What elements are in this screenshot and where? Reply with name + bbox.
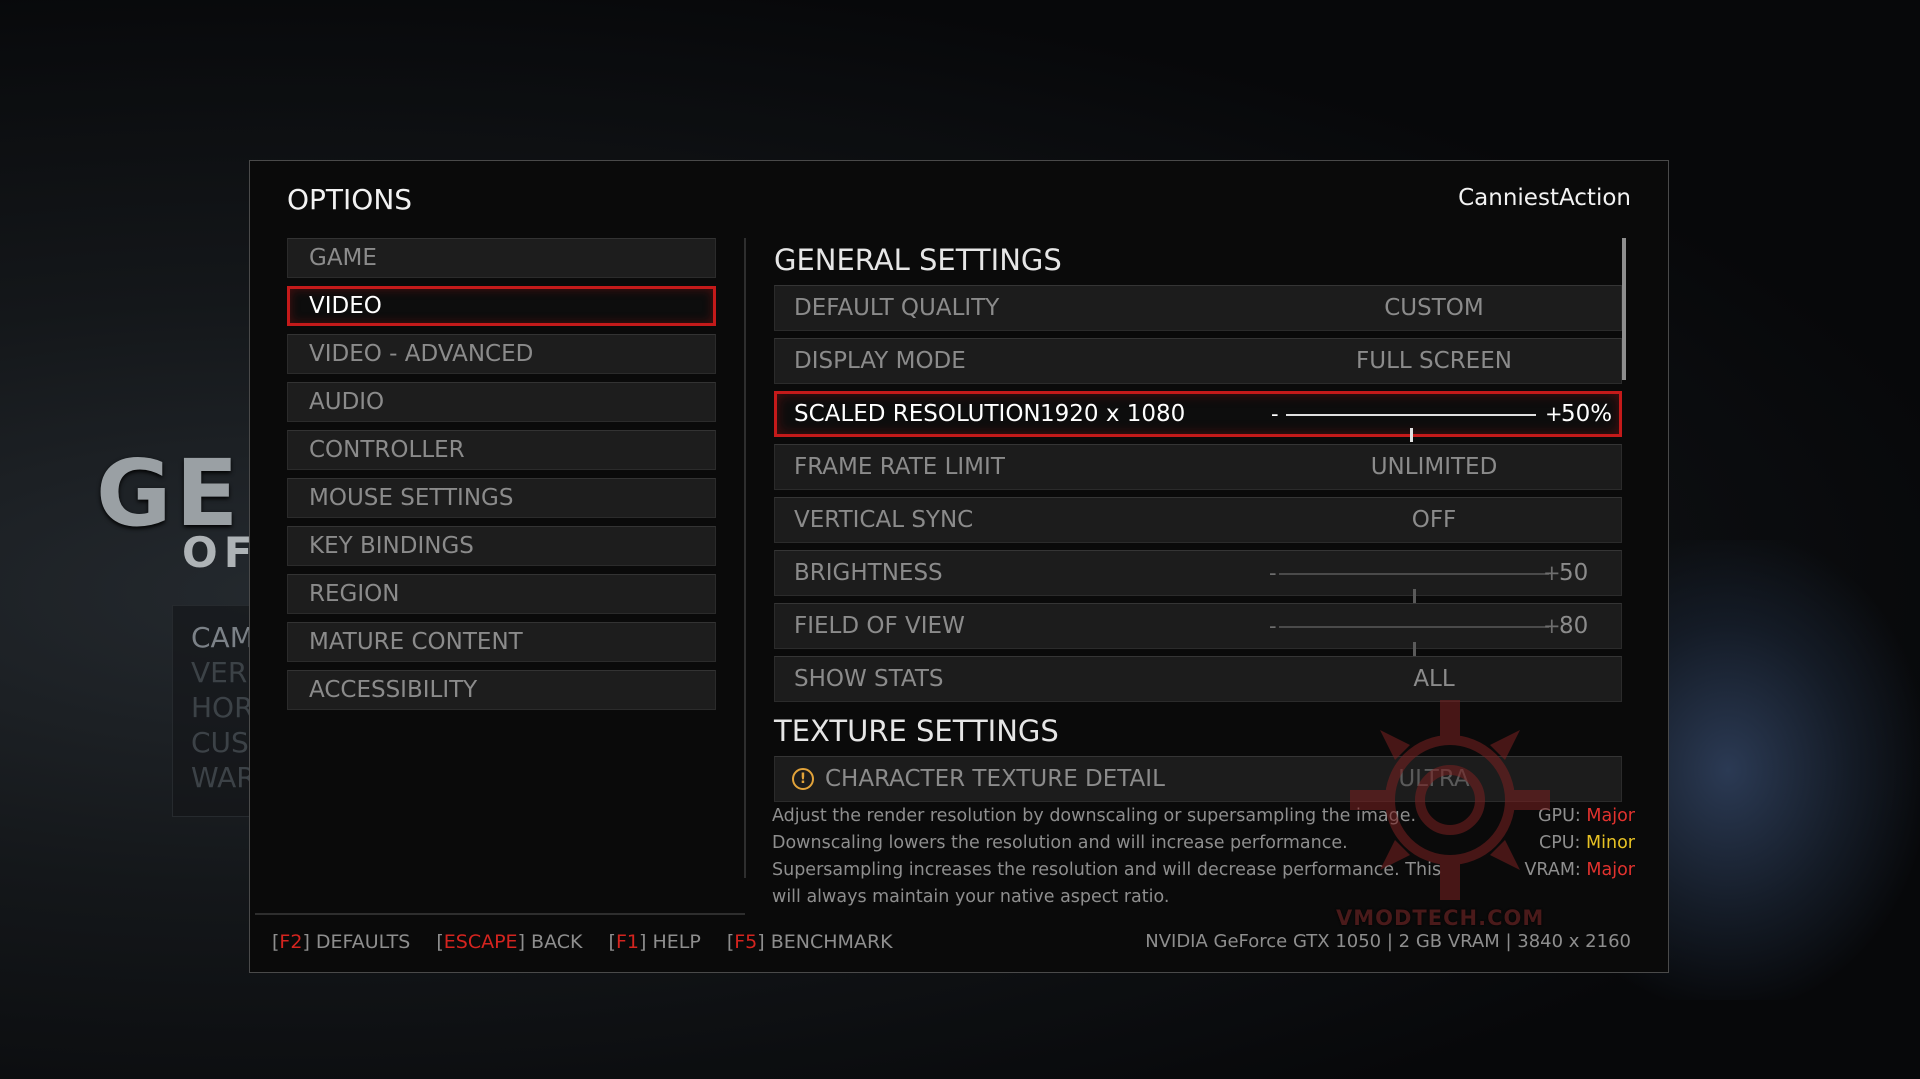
hint-label: HELP	[652, 931, 701, 953]
hint-label: BENCHMARK	[770, 931, 893, 953]
background-game-logo-subtitle: OF	[182, 528, 259, 577]
setting-frame-rate-limit[interactable]: FRAME RATE LIMIT UNLIMITED	[774, 444, 1622, 490]
slider-handle[interactable]	[1413, 642, 1416, 656]
setting-label: BRIGHTNESS	[794, 560, 943, 586]
setting-label: VERTICAL SYNC	[794, 507, 974, 533]
help-button[interactable]: [F1] HELP	[609, 931, 701, 953]
nav-item-mouse-settings[interactable]: MOUSE SETTINGS	[287, 478, 716, 518]
nav-item-video-advanced[interactable]: VIDEO - ADVANCED	[287, 334, 716, 374]
key-hint: ESCAPE	[443, 931, 518, 953]
setting-vertical-sync[interactable]: VERTICAL SYNC OFF	[774, 497, 1622, 543]
cpu-impact-value: Minor	[1586, 833, 1635, 853]
setting-scaled-resolution[interactable]: SCALED RESOLUTION 1920 x 1080 - + 50%	[774, 391, 1622, 442]
slider-value: 80	[1559, 613, 1589, 639]
page-title: OPTIONS	[287, 183, 413, 216]
slider-decrease[interactable]: -	[1269, 604, 1277, 648]
setting-label: CHARACTER TEXTURE DETAIL	[825, 766, 1165, 792]
benchmark-button[interactable]: [F5] BENCHMARK	[727, 931, 893, 953]
key-hint: F5	[734, 931, 758, 953]
nav-item-video[interactable]: VIDEO	[287, 286, 716, 326]
system-info: NVIDIA GeForce GTX 1050 | 2 GB VRAM | 38…	[1145, 931, 1631, 952]
hint-label: BACK	[531, 931, 583, 953]
setting-label: SCALED RESOLUTION	[794, 401, 1041, 427]
setting-value: UNLIMITED	[1370, 454, 1498, 480]
key-hint: F2	[279, 931, 303, 953]
setting-value: CUSTOM	[1384, 295, 1484, 321]
slider-value: 50%	[1561, 401, 1613, 427]
watermark-logo-icon	[1350, 700, 1550, 900]
nav-item-key-bindings[interactable]: KEY BINDINGS	[287, 526, 716, 566]
nav-item-game[interactable]: GAME	[287, 238, 716, 278]
slider-increase[interactable]: +	[1543, 604, 1561, 648]
brightness-slider[interactable]: - + 50	[1269, 551, 1603, 603]
options-nav: GAME VIDEO VIDEO - ADVANCED AUDIO CONTRO…	[287, 238, 716, 718]
slider-track[interactable]	[1279, 573, 1549, 603]
slider-handle[interactable]	[1410, 428, 1413, 442]
hint-label: DEFAULTS	[315, 931, 411, 953]
nav-item-region[interactable]: REGION	[287, 574, 716, 614]
vram-impact-value: Major	[1586, 860, 1635, 880]
setting-value: OFF	[1411, 507, 1457, 533]
slider-handle[interactable]	[1413, 589, 1416, 603]
nav-item-controller[interactable]: CONTROLLER	[287, 430, 716, 470]
general-settings-heading: GENERAL SETTINGS	[774, 243, 1062, 277]
slider-track[interactable]	[1286, 414, 1536, 442]
slider-decrease[interactable]: -	[1271, 394, 1279, 434]
setting-label: SHOW STATS	[794, 666, 944, 692]
slider-increase[interactable]: +	[1545, 394, 1563, 434]
vertical-divider	[744, 238, 746, 878]
scaled-resolution-slider[interactable]: - + 50%	[1271, 394, 1612, 442]
slider-track[interactable]	[1279, 626, 1549, 656]
footer-hints: [F2] DEFAULTS [ESCAPE] BACK [F1] HELP [F…	[272, 931, 913, 953]
setting-label: DEFAULT QUALITY	[794, 295, 1000, 321]
setting-label: FRAME RATE LIMIT	[794, 454, 1005, 480]
slider-decrease[interactable]: -	[1269, 551, 1277, 595]
setting-display-mode[interactable]: DISPLAY MODE FULL SCREEN	[774, 338, 1622, 384]
resolution-value: 1920 x 1080	[1040, 401, 1186, 427]
watermark-text: VMODTECH.COM	[1336, 906, 1545, 930]
gpu-impact-value: Major	[1586, 806, 1635, 826]
nav-item-audio[interactable]: AUDIO	[287, 382, 716, 422]
slider-value: 50	[1559, 560, 1589, 586]
setting-field-of-view[interactable]: FIELD OF VIEW - + 80	[774, 603, 1622, 656]
nav-item-mature-content[interactable]: MATURE CONTENT	[287, 622, 716, 662]
slider-increase[interactable]: +	[1543, 551, 1561, 595]
footer-divider	[255, 913, 745, 915]
setting-label: DISPLAY MODE	[794, 348, 966, 374]
nav-item-accessibility[interactable]: ACCESSIBILITY	[287, 670, 716, 710]
setting-value: FULL SCREEN	[1356, 348, 1512, 374]
setting-label: FIELD OF VIEW	[794, 613, 965, 639]
field-of-view-slider[interactable]: - + 80	[1269, 604, 1603, 656]
back-button[interactable]: [ESCAPE] BACK	[436, 931, 582, 953]
setting-default-quality[interactable]: DEFAULT QUALITY CUSTOM	[774, 285, 1622, 331]
setting-brightness[interactable]: BRIGHTNESS - + 50	[774, 550, 1622, 603]
warning-icon: !	[792, 768, 814, 790]
key-hint: F1	[615, 931, 639, 953]
settings-scrollbar[interactable]	[1622, 238, 1626, 380]
username: CanniestAction	[1458, 185, 1631, 211]
defaults-button[interactable]: [F2] DEFAULTS	[272, 931, 410, 953]
